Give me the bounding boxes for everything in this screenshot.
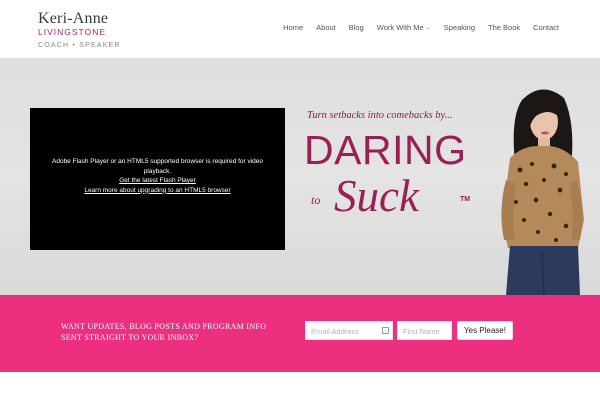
main-nav: Home About Blog Work With Me ⌄ Speaking … <box>270 23 559 32</box>
site-logo[interactable]: Keri-Anne LIVINGSTONE COACH • SPEAKER <box>38 11 121 51</box>
hero-banner: Adobe Flash Player or an HTML5 supported… <box>0 58 600 295</box>
nav-home[interactable]: Home <box>283 23 303 32</box>
page-bottom <box>0 372 600 400</box>
nav-contact[interactable]: Contact <box>533 23 559 32</box>
flash-player-link[interactable]: Get the latest Flash Player <box>30 176 285 186</box>
signup-prompt: WANT UPDATES, BLOG POSTS AND PROGRAM INF… <box>61 322 267 342</box>
submit-button[interactable]: Yes Please! <box>457 321 513 340</box>
autofill-icon: • <box>382 327 389 334</box>
hero-tagline: Turn setbacks into comebacks by... <box>307 110 453 121</box>
book-title-suck: Suck <box>334 171 419 221</box>
book-title-daring: DARING <box>304 127 467 173</box>
nav-about[interactable]: About <box>316 23 336 32</box>
email-field[interactable]: Email Address • <box>305 321 393 340</box>
logo-role: COACH • SPEAKER <box>38 42 121 49</box>
author-photo <box>501 89 584 295</box>
book-title-to: to <box>311 193 321 207</box>
nav-work-with-me-label: Work With Me <box>376 23 424 32</box>
first-name-field[interactable]: First Name <box>397 321 452 340</box>
nav-speaking[interactable]: Speaking <box>444 23 475 32</box>
html5-browser-link[interactable]: Learn more about upgrading to an HTML5 b… <box>30 186 285 196</box>
logo-name: Keri-Anne <box>38 10 109 27</box>
site-header: Keri-Anne LIVINGSTONE COACH • SPEAKER Ho… <box>0 0 600 58</box>
video-player[interactable]: Adobe Flash Player or an HTML5 supported… <box>30 108 285 250</box>
page: Keri-Anne LIVINGSTONE COACH • SPEAKER Ho… <box>0 0 600 400</box>
first-name-placeholder: First Name <box>403 327 440 336</box>
logo-surname: LIVINGSTONE <box>38 27 106 37</box>
trademark-mark: TM <box>460 196 471 203</box>
newsletter-signup: WANT UPDATES, BLOG POSTS AND PROGRAM INF… <box>0 295 600 372</box>
nav-the-book[interactable]: The Book <box>488 23 520 32</box>
nav-blog[interactable]: Blog <box>349 23 364 32</box>
chevron-down-icon: ⌄ <box>425 25 431 31</box>
nav-work-with-me[interactable]: Work With Me ⌄ <box>377 23 431 32</box>
video-message: Adobe Flash Player or an HTML5 supported… <box>52 158 263 175</box>
email-placeholder: Email Address <box>311 327 359 336</box>
